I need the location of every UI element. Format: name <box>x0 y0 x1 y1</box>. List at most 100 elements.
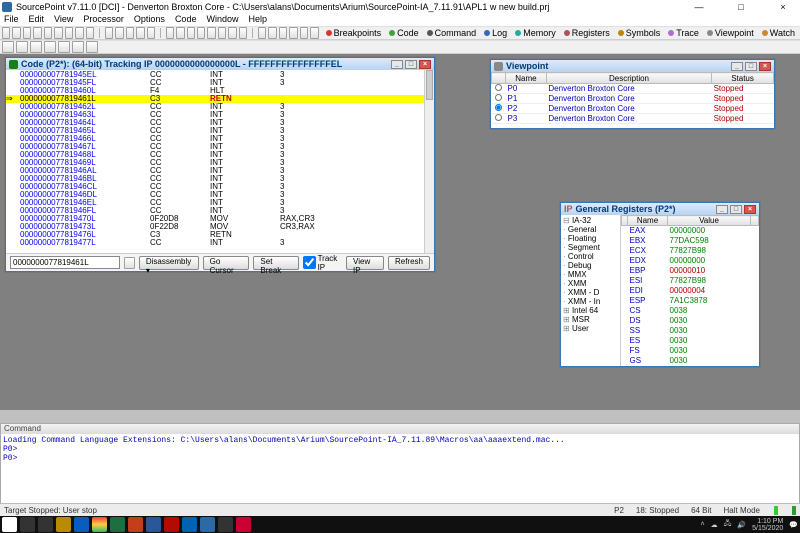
disassembly-button[interactable]: Disassembly ▾ <box>139 256 199 270</box>
tb-btn[interactable] <box>86 27 94 39</box>
tb-btn[interactable] <box>279 27 287 39</box>
tree-node[interactable]: XMM <box>561 279 620 288</box>
menu-options[interactable]: Options <box>134 14 165 26</box>
tb-btn[interactable] <box>44 41 56 53</box>
tray-clock[interactable]: 1:10 PM5/15/2020 <box>752 518 783 532</box>
tree-node[interactable]: MMX <box>561 270 620 279</box>
code-min-icon[interactable]: _ <box>391 60 403 69</box>
register-row[interactable]: FS0030 <box>622 346 759 356</box>
viewpoint-table[interactable]: Name Description Status P0Denverton Brox… <box>491 72 774 124</box>
tb-btn[interactable] <box>187 27 195 39</box>
app-icon[interactable] <box>236 517 251 532</box>
window-close[interactable]: × <box>768 2 798 12</box>
viewpoint-row[interactable]: P3Denverton Broxton CoreStopped <box>492 114 774 124</box>
code-title[interactable]: Code (P2*): (64-bit) Tracking IP 0000000… <box>6 58 434 70</box>
setbreak-button[interactable]: Set Break <box>253 256 298 270</box>
tb-btn[interactable] <box>58 41 70 53</box>
register-row[interactable]: EDX00000000 <box>622 256 759 266</box>
search-icon[interactable] <box>124 257 135 269</box>
window-maximize[interactable]: □ <box>726 2 756 12</box>
gocursor-button[interactable]: Go Cursor <box>203 256 250 270</box>
viewpoint-row[interactable]: P1Denverton Broxton CoreStopped <box>492 94 774 104</box>
tree-node[interactable]: Segment <box>561 243 620 252</box>
tb-code[interactable]: Code <box>386 28 422 38</box>
scrollbar[interactable] <box>424 70 434 253</box>
tb-btn[interactable] <box>147 27 155 39</box>
chrome-icon[interactable] <box>92 517 107 532</box>
command-title[interactable]: Command <box>1 424 799 434</box>
register-row[interactable]: ES0030 <box>622 336 759 346</box>
sourcepoint-icon[interactable] <box>200 517 215 532</box>
register-tree[interactable]: IA-32GeneralFloatingSegmentControlDebugM… <box>561 215 621 366</box>
tree-node[interactable]: General <box>561 225 620 234</box>
tb-btn[interactable] <box>126 27 134 39</box>
tb-registers[interactable]: Registers <box>561 28 613 38</box>
tb-btn[interactable] <box>23 27 31 39</box>
tb-btn[interactable] <box>207 27 215 39</box>
col-sel[interactable] <box>492 73 506 84</box>
vp-min-icon[interactable]: _ <box>731 62 743 71</box>
code-close-icon[interactable]: × <box>419 60 431 69</box>
register-row[interactable]: EBX77DAC598 <box>622 236 759 246</box>
start-icon[interactable] <box>2 517 17 532</box>
col-status[interactable]: Status <box>712 73 774 84</box>
menu-code[interactable]: Code <box>175 14 197 26</box>
taskview-icon[interactable] <box>38 517 53 532</box>
tb-trace[interactable]: Trace <box>665 28 702 38</box>
tb-btn[interactable] <box>54 27 62 39</box>
window-minimize[interactable]: — <box>684 2 714 12</box>
tray-notif-icon[interactable]: 💬 <box>789 521 798 529</box>
reg-min-icon[interactable]: _ <box>716 205 728 214</box>
menu-help[interactable]: Help <box>248 14 267 26</box>
vp-radio[interactable] <box>495 104 502 111</box>
menu-view[interactable]: View <box>54 14 73 26</box>
tb-btn[interactable] <box>197 27 205 39</box>
register-row[interactable]: DS0030 <box>622 316 759 326</box>
register-row[interactable]: EIP77819461 <box>622 366 759 367</box>
tray-vol-icon[interactable]: 🔊 <box>737 521 746 529</box>
tb-btn[interactable] <box>12 27 20 39</box>
menu-edit[interactable]: Edit <box>29 14 45 26</box>
register-row[interactable]: CS0038 <box>622 306 759 316</box>
tb-command[interactable]: Command <box>424 28 480 38</box>
tb-btn[interactable] <box>33 27 41 39</box>
viewpoint-row[interactable]: P0Denverton Broxton CoreStopped <box>492 84 774 94</box>
tb-btn[interactable] <box>16 41 28 53</box>
mail-icon[interactable] <box>74 517 89 532</box>
tb-btn[interactable] <box>72 41 84 53</box>
tree-node[interactable]: MSR <box>561 315 620 324</box>
tb-btn[interactable] <box>166 27 174 39</box>
register-row[interactable]: GS0030 <box>622 356 759 366</box>
tb-btn[interactable] <box>65 27 73 39</box>
tb-btn[interactable] <box>289 27 297 39</box>
tb-watch[interactable]: Watch <box>759 28 798 38</box>
tb-viewpoint[interactable]: Viewpoint <box>704 28 757 38</box>
register-row[interactable]: EAX00000000 <box>622 226 759 236</box>
tray-up-icon[interactable]: ˄ <box>701 521 705 528</box>
search-icon[interactable] <box>20 517 35 532</box>
tb-breakpoints[interactable]: Breakpoints <box>323 28 385 38</box>
menu-processor[interactable]: Processor <box>83 14 124 26</box>
tb-btn[interactable] <box>258 27 266 39</box>
vp-radio[interactable] <box>495 84 502 91</box>
refresh-button[interactable]: Refresh <box>388 256 430 270</box>
tb-btn[interactable] <box>86 41 98 53</box>
disassembly-listing[interactable]: 000000007781945ELCCINT3 000000007781945F… <box>6 70 434 248</box>
app-icon[interactable] <box>182 517 197 532</box>
tree-node[interactable]: Floating <box>561 234 620 243</box>
tb-btn[interactable] <box>300 27 308 39</box>
register-row[interactable]: ESP7A1C3878 <box>622 296 759 306</box>
register-row[interactable]: ECX77827B98 <box>622 246 759 256</box>
vp-radio[interactable] <box>495 114 502 121</box>
tree-node[interactable]: IA-32 <box>561 216 620 225</box>
col-name[interactable]: Name <box>506 73 547 84</box>
col-desc[interactable]: Description <box>546 73 711 84</box>
tb-memory[interactable]: Memory <box>512 28 559 38</box>
excel-icon[interactable] <box>110 517 125 532</box>
tb-symbols[interactable]: Symbols <box>615 28 664 38</box>
tb-btn[interactable] <box>105 27 113 39</box>
tray-cloud-icon[interactable]: ☁ <box>711 521 718 529</box>
code-row[interactable]: 0000000077819477LCCINT3 <box>6 239 434 247</box>
tb-btn[interactable] <box>30 41 42 53</box>
tb-btn[interactable] <box>2 41 14 53</box>
